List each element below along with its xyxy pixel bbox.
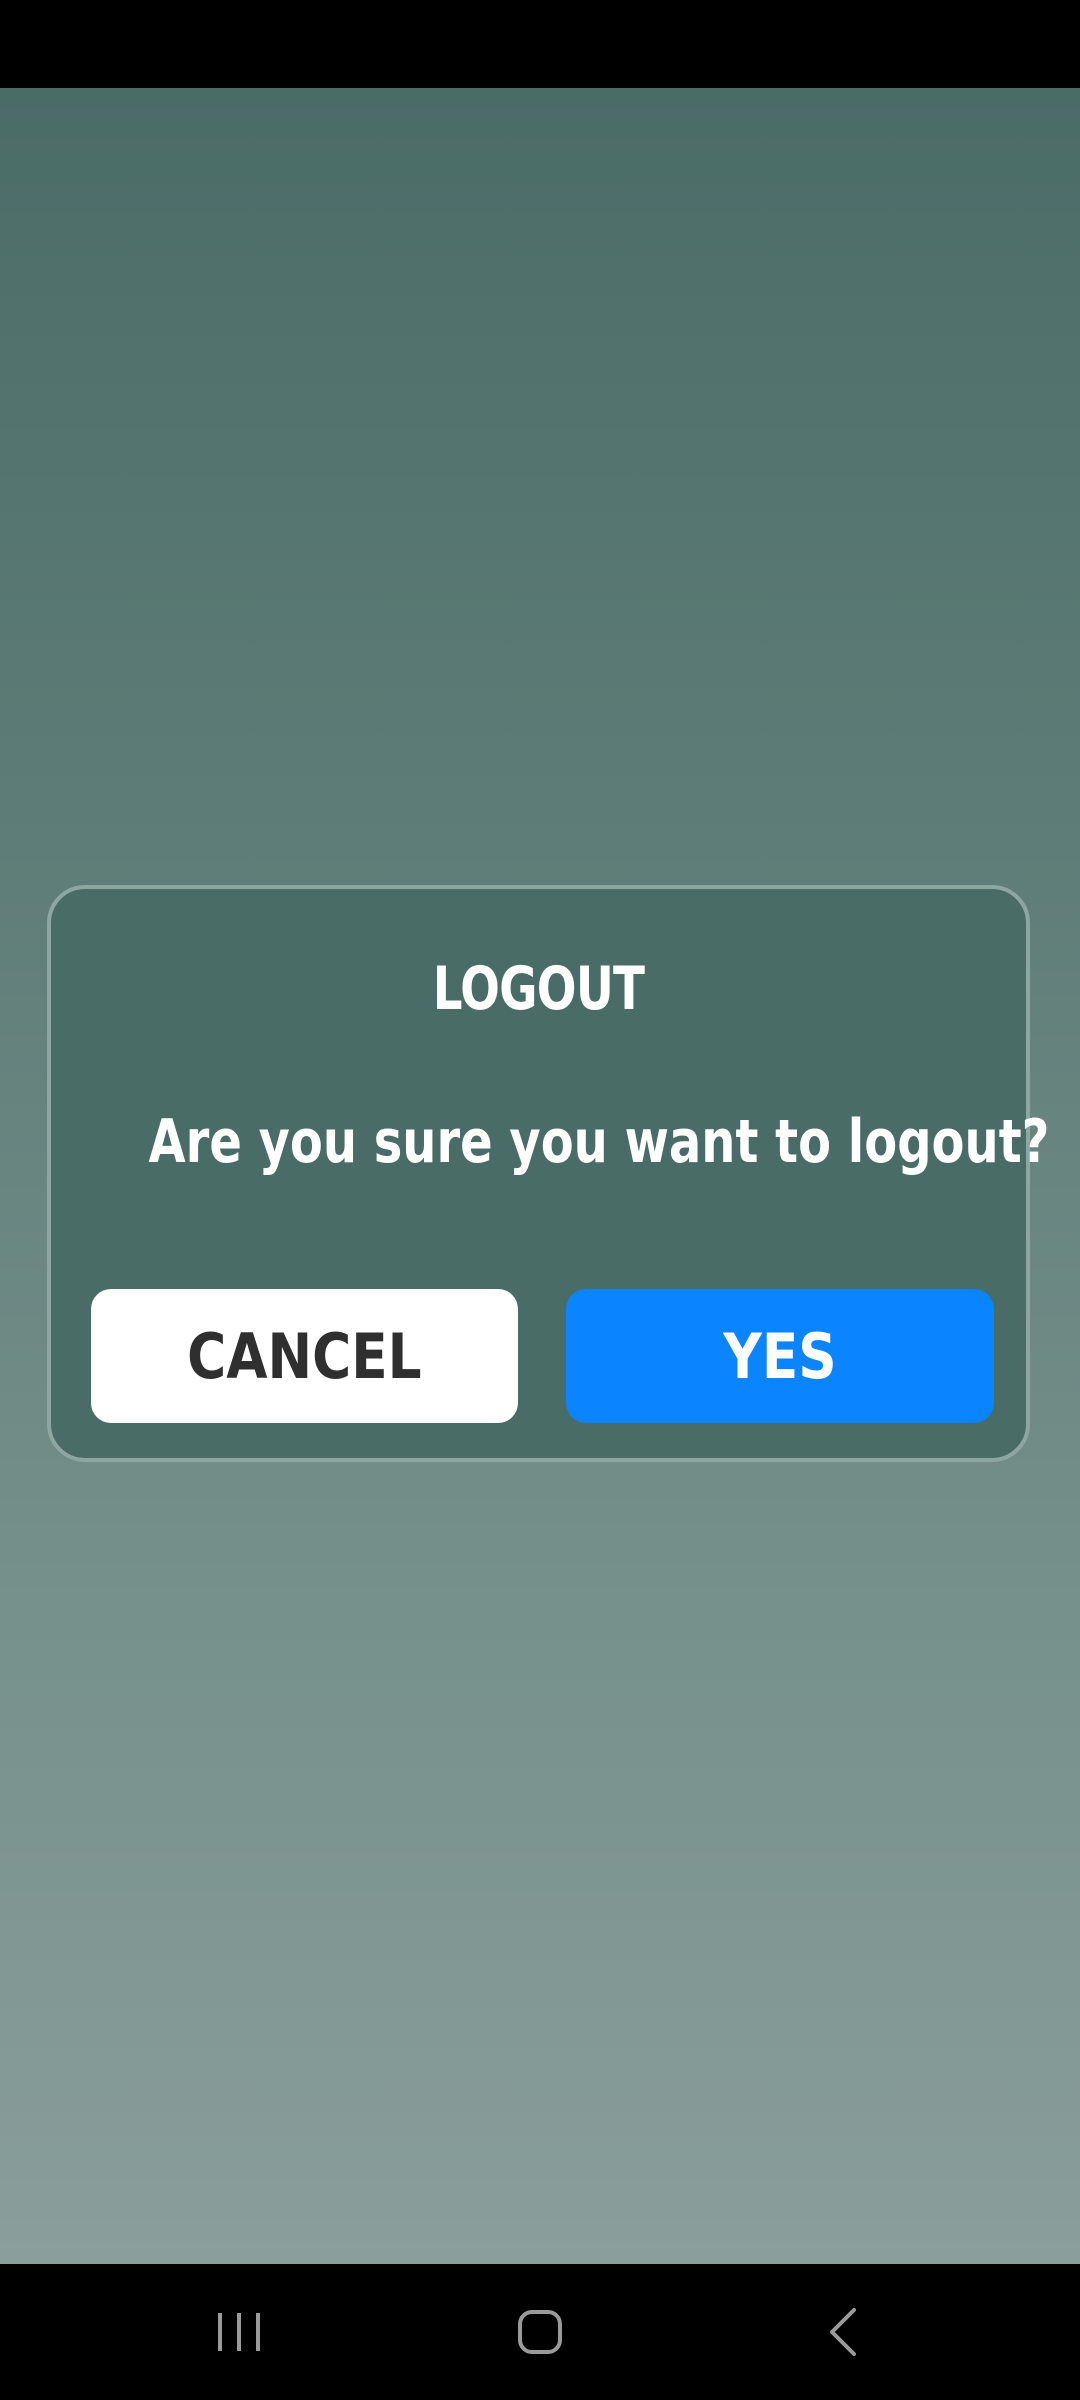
cancel-button-label: CANCEL <box>187 1319 422 1393</box>
screen: LOGOUT Are you sure you want to logout? … <box>0 0 1080 2400</box>
back-icon <box>830 2308 856 2356</box>
cancel-button[interactable]: CANCEL <box>91 1289 518 1423</box>
logout-dialog: LOGOUT Are you sure you want to logout? … <box>47 885 1050 1462</box>
recents-button[interactable] <box>179 2292 299 2372</box>
back-button[interactable] <box>784 2292 904 2372</box>
dialog-title: LOGOUT <box>432 954 645 1024</box>
navigation-bar <box>0 2264 1080 2400</box>
home-button[interactable] <box>480 2292 600 2372</box>
home-icon <box>518 2310 562 2354</box>
yes-button-label: YES <box>723 1319 837 1393</box>
yes-button[interactable]: YES <box>566 1289 994 1423</box>
dialog-message: Are you sure you want to logout? <box>148 1107 1050 1177</box>
status-bar <box>0 0 1080 88</box>
recents-icon <box>218 2313 260 2351</box>
